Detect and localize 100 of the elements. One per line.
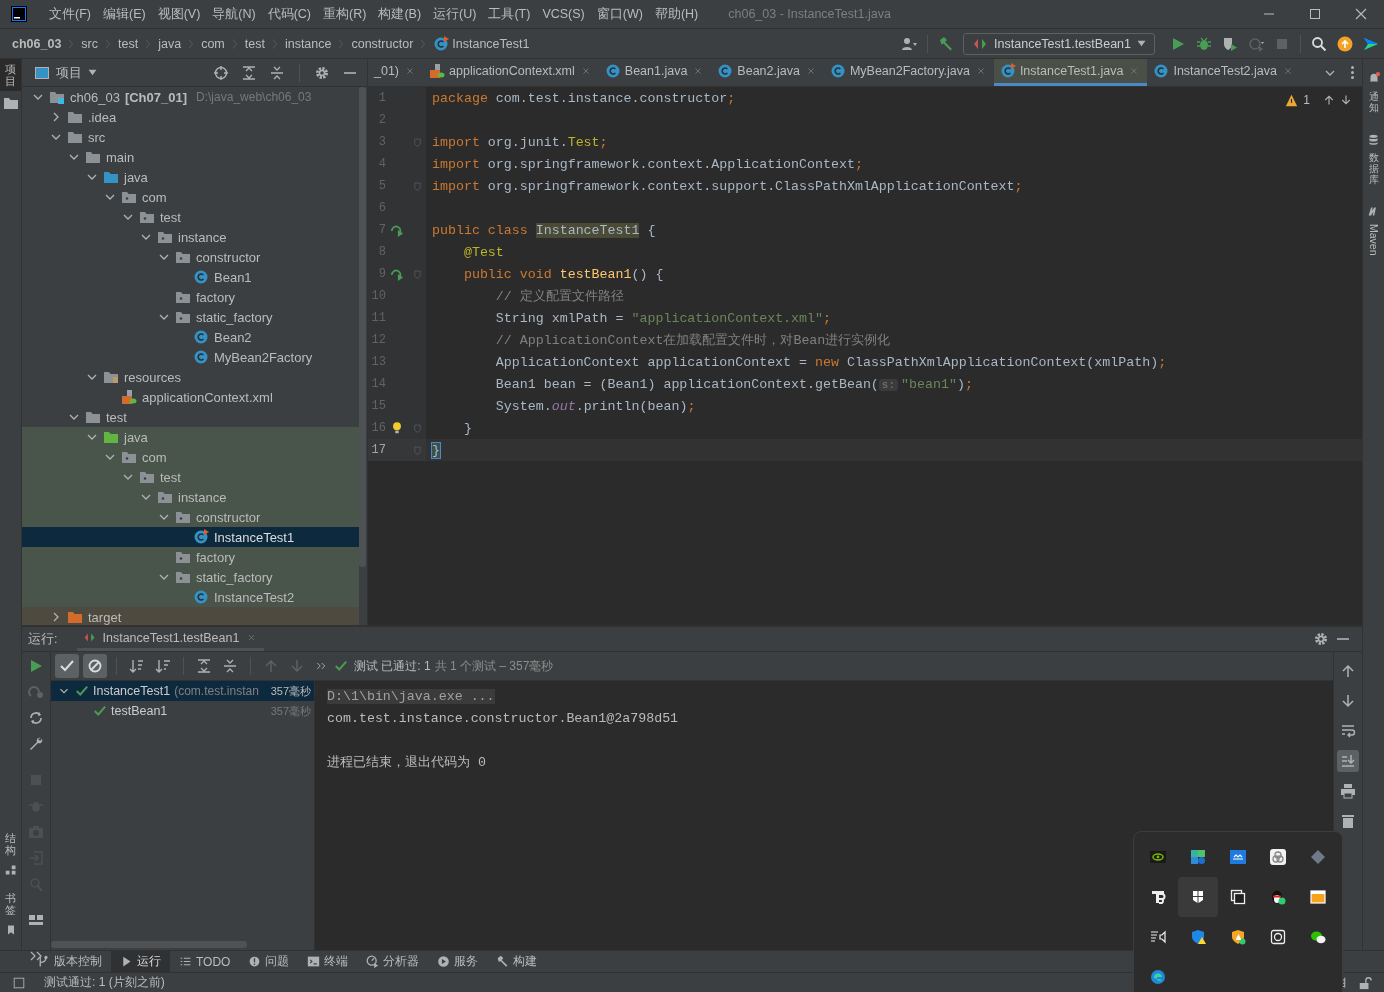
run-icon[interactable]: [1170, 35, 1186, 52]
menu-item[interactable]: 视图(V): [151, 0, 207, 28]
update-icon[interactable]: [1337, 35, 1353, 52]
run-gutter-icon[interactable]: [390, 223, 404, 237]
menu-item[interactable]: 重构(R): [317, 0, 373, 28]
breadcrumb[interactable]: instance: [284, 36, 332, 51]
tree-item[interactable]: InstanceTest2: [22, 587, 359, 607]
tree-item[interactable]: static_factory: [22, 567, 359, 587]
caret-icon[interactable]: [88, 68, 97, 77]
tree-item[interactable]: test: [22, 207, 359, 227]
more-icon[interactable]: [315, 660, 327, 672]
editor-tab[interactable]: InstanceTest1.java: [993, 59, 1148, 86]
tree-item[interactable]: InstanceTest1: [22, 527, 359, 547]
maximize-icon[interactable]: [1307, 6, 1323, 22]
user-icon[interactable]: [901, 35, 918, 52]
menu-item[interactable]: 窗口(W): [590, 0, 649, 28]
tree-item[interactable]: factory: [22, 287, 359, 307]
test-item[interactable]: InstanceTest1 (com.test.instan 357毫秒: [51, 681, 314, 701]
search-icon[interactable]: [1311, 35, 1327, 52]
tree-item[interactable]: static_factory: [22, 307, 359, 327]
collapse-all-icon[interactable]: [269, 64, 285, 81]
editor-tab[interactable]: _01): [368, 59, 424, 86]
database-icon[interactable]: [1367, 133, 1380, 146]
menu-item[interactable]: 工具(T): [482, 0, 537, 28]
tool-window-tab[interactable]: 构建: [487, 951, 547, 972]
warning-count[interactable]: 1: [1303, 93, 1310, 107]
tree-item[interactable]: instance: [22, 487, 359, 507]
sort-duration-icon[interactable]: [155, 658, 171, 674]
tree-item[interactable]: instance: [22, 227, 359, 247]
tree-item[interactable]: applicationContext.xml: [22, 387, 359, 407]
arrow-down-icon[interactable]: [1340, 94, 1352, 106]
tree-item[interactable]: constructor: [22, 507, 359, 527]
run-configuration-dropdown[interactable]: InstanceTest1.testBean1: [963, 32, 1155, 55]
tool-window-tab[interactable]: 服务: [428, 951, 488, 972]
show-ignored-toggle[interactable]: [83, 654, 107, 678]
breadcrumb[interactable]: ch06_03: [12, 36, 62, 51]
breadcrumb[interactable]: constructor: [351, 36, 414, 51]
menu-item[interactable]: 编辑(E): [96, 0, 152, 28]
run-tab[interactable]: InstanceTest1.testBean1: [77, 627, 265, 651]
bookmark-icon[interactable]: [1178, 877, 1218, 917]
sort-alpha-icon[interactable]: [129, 658, 145, 674]
editor-tab[interactable]: applicationContext.xml: [423, 59, 599, 86]
tree-item[interactable]: target: [22, 607, 359, 625]
tool-window-tab[interactable]: 版本控制: [28, 951, 111, 972]
tool-window-button[interactable]: Maven: [1367, 222, 1380, 268]
expand-all-icon[interactable]: [196, 658, 212, 674]
scroll-to-end-icon[interactable]: [1337, 750, 1359, 772]
show-passed-toggle[interactable]: [55, 654, 79, 678]
bug-icon[interactable]: [1196, 35, 1212, 52]
coverage-icon[interactable]: [1222, 35, 1238, 52]
layout-icon[interactable]: [28, 912, 44, 928]
scrollbar[interactable]: [51, 941, 247, 948]
breadcrumb[interactable]: java: [158, 36, 182, 51]
warning-icon[interactable]: [1285, 93, 1299, 107]
tree-item[interactable]: resources: [22, 367, 359, 387]
tool-window-tab[interactable]: 运行: [111, 951, 170, 972]
tree-item[interactable]: .idea: [22, 107, 359, 127]
lock-icon[interactable]: [1358, 975, 1372, 990]
editor-tab[interactable]: Bean2.java: [711, 59, 824, 86]
tool-window-tab[interactable]: TODO: [170, 951, 240, 972]
locate-icon[interactable]: [213, 64, 229, 81]
collapse-all-icon[interactable]: [222, 658, 238, 674]
panel-title[interactable]: 项目: [56, 63, 82, 82]
plugin-logo-icon[interactable]: [1363, 35, 1379, 52]
lightbulb-icon[interactable]: [390, 421, 404, 435]
menu-item[interactable]: 文件(F): [43, 0, 97, 28]
breadcrumb[interactable]: com: [201, 36, 225, 51]
tree-item[interactable]: com: [22, 447, 359, 467]
breadcrumb[interactable]: test: [244, 36, 265, 51]
run-gutter-icon[interactable]: [390, 267, 404, 281]
editor-tab[interactable]: MyBean2Factory.java: [823, 59, 994, 86]
tool-window-button[interactable]: 结构: [0, 827, 21, 860]
run-icon[interactable]: [28, 658, 44, 674]
menu-item[interactable]: VCS(S): [536, 0, 591, 28]
tree-item[interactable]: test: [22, 407, 359, 427]
tool-window-button[interactable]: 项目: [0, 59, 21, 92]
tree-item[interactable]: java: [22, 167, 359, 187]
folder-icon[interactable]: [2, 95, 19, 112]
tree-item[interactable]: Bean2: [22, 327, 359, 347]
expand-all-icon[interactable]: [241, 64, 257, 81]
editor-tab[interactable]: InstanceTest2.java: [1147, 59, 1301, 86]
breadcrumb[interactable]: InstanceTest1: [452, 36, 530, 51]
rerun-icon[interactable]: [28, 710, 44, 726]
menu-item[interactable]: 帮助(H): [648, 0, 705, 28]
tree-item[interactable]: constructor: [22, 247, 359, 267]
tool-window-button[interactable]: 通知: [1368, 89, 1379, 125]
tree-item[interactable]: src: [22, 127, 359, 147]
tool-window-tab[interactable]: 问题: [239, 951, 299, 972]
tree-item[interactable]: Bean1: [22, 267, 359, 287]
wrench-icon[interactable]: [28, 736, 44, 752]
settings-icon[interactable]: [314, 64, 330, 81]
tool-window-tab[interactable]: 终端: [298, 951, 358, 972]
tree-item[interactable]: MyBean2Factory: [22, 347, 359, 367]
menu-item[interactable]: 构建(B): [372, 0, 428, 28]
menu-item[interactable]: 运行(U): [427, 0, 483, 28]
tool-window-button[interactable]: 数据库: [1368, 150, 1379, 197]
tree-item[interactable]: com: [22, 187, 359, 207]
tree-item[interactable]: ch06_03 [Ch07_01] D:\java_web\ch06_03: [22, 87, 359, 107]
tree-item[interactable]: java: [22, 427, 359, 447]
app-logo-icon[interactable]: [11, 6, 27, 22]
